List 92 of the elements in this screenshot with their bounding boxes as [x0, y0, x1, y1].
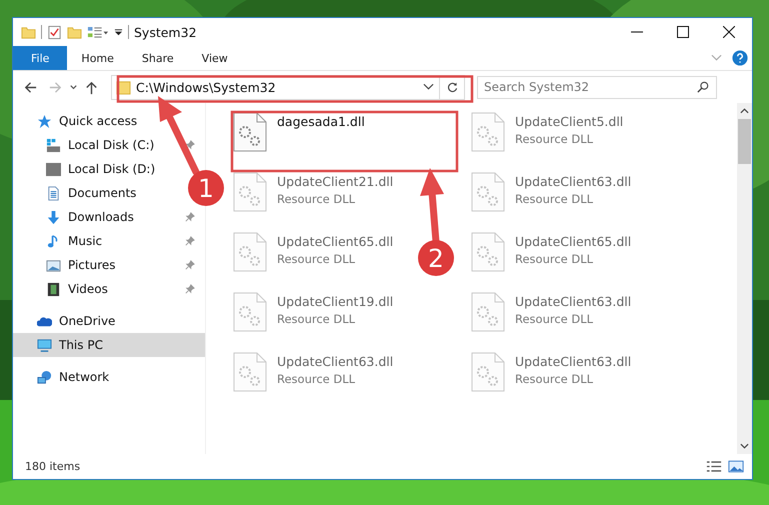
ribbon-tab[interactable]: File: [13, 46, 68, 70]
document-icon: [46, 186, 61, 200]
up-arrow-icon[interactable]: [84, 80, 99, 94]
file-item[interactable]: dagesada1.dll: [233, 109, 365, 152]
ribbon-tab[interactable]: Home: [67, 46, 128, 70]
file-item[interactable]: UpdateClient63.dll Resource DLL: [471, 169, 632, 212]
file-icon: [233, 112, 267, 152]
file-icon: [471, 232, 505, 272]
sidebar-item[interactable]: OneDrive: [13, 309, 205, 333]
search-icon: [697, 80, 709, 92]
videos-icon: [46, 282, 61, 296]
sidebar-item[interactable]: Local Disk (C:): [46, 133, 154, 157]
file-item[interactable]: UpdateClient63.dll Resource DLL: [471, 349, 632, 392]
file-type: Resource DLL: [515, 312, 594, 326]
pin-icon[interactable]: [185, 212, 195, 222]
file-item[interactable]: UpdateClient65.dll Resource DLL: [233, 229, 394, 272]
maximize-icon: [677, 26, 689, 38]
sidebar-item[interactable]: Downloads: [46, 205, 134, 229]
sidebar-item[interactable]: Documents: [46, 181, 136, 205]
file-item[interactable]: UpdateClient19.dll Resource DLL: [233, 289, 394, 332]
dropdown-icon[interactable]: [114, 28, 123, 36]
minimize-icon: [631, 31, 643, 33]
file-icon: [471, 352, 505, 392]
close-icon: [723, 26, 735, 38]
window-title: System32: [134, 24, 197, 40]
sidebar-item[interactable]: Videos: [46, 277, 108, 301]
file-item[interactable]: UpdateClient63.dll Resource DLL: [233, 349, 394, 392]
file-item[interactable]: UpdateClient65.dll Resource DLL: [471, 229, 632, 272]
dropdown-icon[interactable]: [423, 83, 434, 91]
pin-icon[interactable]: [185, 284, 195, 294]
file-type: Resource DLL: [277, 252, 356, 266]
sidebar-item[interactable]: Network: [13, 365, 205, 389]
scrollbar[interactable]: [737, 103, 752, 454]
file-name: UpdateClient63.dll: [515, 174, 632, 189]
pin-icon[interactable]: [185, 260, 195, 270]
address-bar[interactable]: C:\Windows\System32: [111, 74, 465, 100]
help-icon[interactable]: [732, 50, 748, 66]
star-icon: [37, 114, 52, 128]
sidebar-item[interactable]: Pictures: [46, 253, 116, 277]
file-type: Resource DLL: [515, 372, 594, 386]
drive-icon: [46, 162, 61, 176]
pin-icon[interactable]: [185, 236, 195, 246]
file-name: UpdateClient5.dll: [515, 114, 624, 129]
details-view-icon[interactable]: [706, 460, 722, 473]
sidebar-item[interactable]: This PC: [13, 333, 205, 357]
large-icons-view-icon[interactable]: [728, 460, 744, 473]
file-name: dagesada1.dll: [277, 114, 365, 129]
file-type: Resource DLL: [277, 312, 356, 326]
file-name: UpdateClient63.dll: [515, 354, 632, 369]
file-icon: [233, 172, 267, 212]
scroll-down-icon[interactable]: [740, 443, 749, 449]
monitor-icon: [37, 338, 52, 352]
file-name: UpdateClient19.dll: [277, 294, 394, 309]
ribbon-tab[interactable]: Share: [128, 46, 188, 70]
file-icon: [471, 172, 505, 212]
expand-ribbon-icon[interactable]: [711, 54, 722, 62]
scroll-thumb[interactable]: [738, 119, 751, 164]
ribbon-tab[interactable]: View: [188, 46, 242, 70]
back-arrow-icon[interactable]: [23, 80, 38, 94]
file-icon: [471, 292, 505, 332]
search-field[interactable]: Search System32: [477, 76, 717, 98]
network-icon: [37, 370, 52, 384]
item-count: 180 items: [25, 460, 80, 473]
download-icon: [46, 210, 61, 224]
file-icon: [233, 232, 267, 272]
sidebar-item[interactable]: Local Disk (D:): [46, 157, 156, 181]
file-name: UpdateClient21.dll: [277, 174, 394, 189]
sidebar-item[interactable]: Music: [46, 229, 102, 253]
file-type: Resource DLL: [277, 192, 356, 206]
file-item[interactable]: UpdateClient63.dll Resource DLL: [471, 289, 632, 332]
file-icon: [233, 292, 267, 332]
scroll-up-icon[interactable]: [740, 108, 749, 114]
file-item[interactable]: UpdateClient21.dll Resource DLL: [233, 169, 394, 212]
file-item[interactable]: UpdateClient5.dll Resource DLL: [471, 109, 624, 152]
checklist-icon[interactable]: [47, 24, 62, 40]
sidebar-item[interactable]: Quick access: [13, 109, 205, 133]
properties-icon[interactable]: [87, 24, 109, 40]
file-type: Resource DLL: [515, 252, 594, 266]
file-name: UpdateClient63.dll: [515, 294, 632, 309]
file-name: UpdateClient65.dll: [515, 234, 632, 249]
file-type: Resource DLL: [515, 132, 594, 146]
file-type: Resource DLL: [515, 192, 594, 206]
address-path: C:\Windows\System32: [136, 80, 277, 94]
file-icon: [471, 112, 505, 152]
refresh-icon[interactable]: [446, 80, 459, 94]
pin-icon[interactable]: [185, 140, 195, 150]
file-icon: [233, 352, 267, 392]
recent-dropdown-icon[interactable]: [69, 82, 78, 92]
file-name: UpdateClient63.dll: [277, 354, 394, 369]
file-name: UpdateClient65.dll: [277, 234, 394, 249]
pictures-icon: [46, 258, 61, 272]
file-type: Resource DLL: [277, 372, 356, 386]
